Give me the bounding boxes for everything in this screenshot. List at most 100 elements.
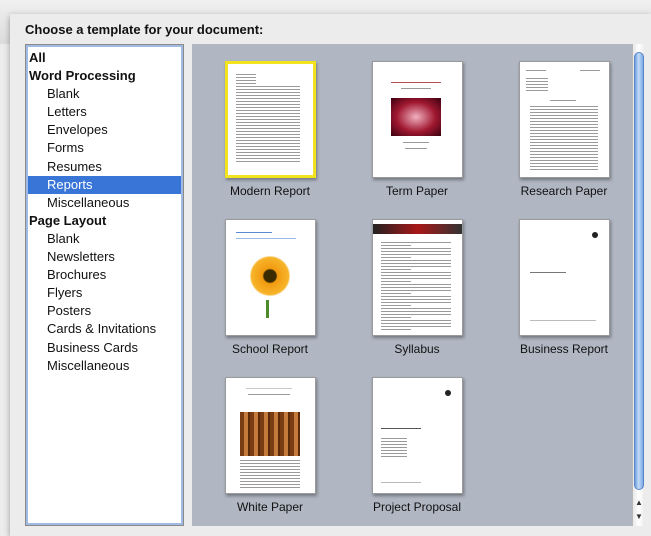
template-thumbnail[interactable] [371,377,463,494]
category-item[interactable]: Cards & Invitations [26,320,183,338]
text-line [235,232,272,233]
template-thumbnail[interactable] [371,219,463,336]
text-line [235,107,300,108]
template-item[interactable]: Term Paper [347,61,487,198]
template-thumbnail[interactable] [518,61,610,178]
template-thumbnail[interactable] [224,377,316,494]
text-line [380,305,411,306]
template-item[interactable]: Modern Report [200,61,340,198]
template-label: Research Paper [520,184,608,198]
template-item[interactable]: Business Report [494,219,634,356]
category-item[interactable]: Forms [26,139,183,157]
text-line [380,453,407,454]
category-item[interactable]: Reports [28,175,181,194]
photo-image [390,98,441,136]
text-line [380,293,411,294]
text-line [380,272,451,273]
text-line [404,148,427,149]
template-item[interactable]: Research Paper [494,61,634,198]
text-line [235,152,300,153]
category-item[interactable]: Newsletters [26,248,183,266]
text-line [380,482,421,483]
template-item[interactable]: Project Proposal [347,377,487,514]
template-grid[interactable]: Modern Report Term Paper Research Paper Sch… [192,44,632,526]
text-line [380,290,451,291]
text-line [525,87,548,88]
category-item[interactable]: Brochures [26,266,183,284]
logo-mark [591,232,598,238]
text-line [380,269,411,270]
category-item[interactable]: Letters [26,103,183,121]
text-line [239,478,300,479]
text-line [380,329,411,330]
text-line [235,143,300,144]
text-line [380,311,451,312]
category-item[interactable]: Envelopes [26,121,183,139]
template-item[interactable]: School Report [200,219,340,356]
text-line [380,266,451,267]
text-line [380,278,451,279]
text-line [235,110,300,111]
text-line [380,320,451,321]
text-line [529,148,598,149]
text-line [380,260,451,261]
category-list[interactable]: All Word Processing Blank Letters Envelopes F… [25,44,184,526]
arrow-up-icon[interactable]: ▲ [633,496,645,510]
template-thumbnail[interactable] [224,61,316,178]
category-item[interactable]: Business Cards [26,339,183,357]
category-item[interactable]: Posters [26,302,183,320]
text-line [549,100,576,101]
text-line [529,163,598,164]
template-thumbnail[interactable] [224,219,316,336]
vertical-scrollbar[interactable]: ▲ ▼ [632,44,645,526]
text-line [380,444,407,445]
category-item[interactable]: Flyers [26,284,183,302]
text-line [380,326,451,327]
template-thumbnail[interactable] [371,61,463,178]
arrow-down-icon[interactable]: ▼ [633,510,645,524]
text-line [529,157,598,158]
text-line [400,88,431,89]
wood-image [239,412,300,456]
category-item[interactable]: Page Layout [26,212,183,230]
text-line [235,119,300,120]
category-item[interactable]: Blank [26,85,183,103]
text-line [235,116,300,117]
text-line [380,447,407,448]
text-line [529,130,598,131]
text-line [529,145,598,146]
text-line [235,161,300,162]
template-label: Project Proposal [372,500,462,514]
text-line [529,151,598,152]
template-label: Term Paper [385,184,449,198]
category-item[interactable]: Blank [26,230,183,248]
text-line [235,140,300,141]
text-line [529,166,598,167]
text-line [235,86,300,87]
logo-mark [444,390,451,396]
category-item[interactable]: Miscellaneous [26,357,183,375]
category-item[interactable]: All [26,49,183,67]
text-line [239,484,300,485]
text-line [239,463,300,464]
text-line [529,139,598,140]
text-line [529,272,566,273]
text-line [380,450,407,451]
text-line [380,441,407,442]
text-line [380,456,407,457]
template-item[interactable]: White Paper [200,377,340,514]
text-line [235,158,300,159]
template-item[interactable]: Syllabus [347,219,487,356]
text-line [380,245,411,246]
flower-image [245,252,294,300]
category-item[interactable]: Miscellaneous [26,194,183,212]
text-line [239,460,300,461]
template-thumbnail[interactable] [518,219,610,336]
text-line [525,70,546,71]
category-item[interactable]: Word Processing [26,67,183,85]
text-line [529,118,598,119]
category-item[interactable]: Resumes [26,158,183,176]
text-line [247,394,290,395]
scrollbar-thumb[interactable] [634,52,644,490]
text-line [235,238,296,239]
